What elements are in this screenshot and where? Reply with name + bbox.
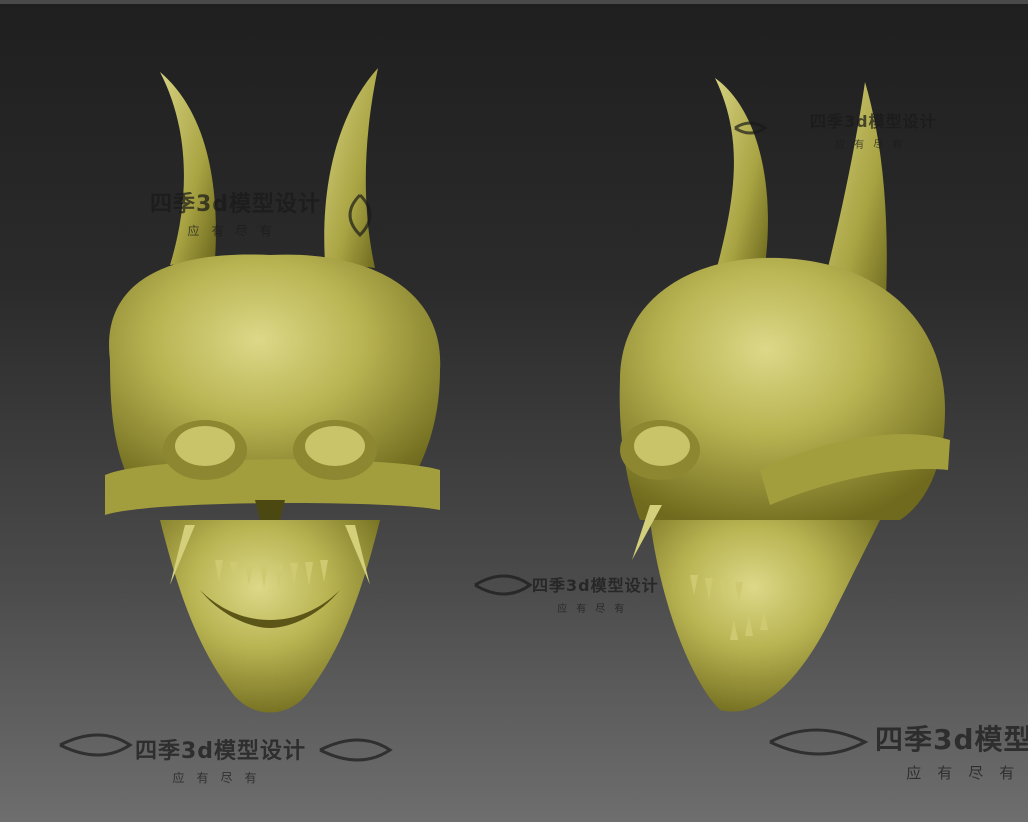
watermark-subtitle: 应有尽有: [187, 224, 284, 238]
horn-right: [324, 68, 378, 268]
skull-side-view: [619, 78, 950, 712]
watermark-subtitle: 应有尽有: [835, 140, 912, 151]
watermark-bottom-left: 四季3d模型设计 应有尽有: [135, 733, 306, 786]
watermark-title: 四季3d模型设计: [135, 739, 307, 764]
watermark-subtitle: 应有尽有: [906, 764, 1028, 782]
watermark-subtitle: 应有尽有: [557, 604, 634, 615]
watermark-bottom-right: 四季3d模型设 应有尽有: [875, 718, 1028, 783]
jaw: [160, 520, 380, 713]
horn-back: [715, 78, 768, 275]
watermark-emblem-3: [319, 738, 393, 762]
watermark-title: 四季3d模型设计: [532, 576, 659, 595]
watermark-center: 四季3d模型设计 应有尽有: [532, 572, 659, 615]
viewport-canvas[interactable]: 四季3d模型设计 应有尽有 四季3d模型设计 应有尽有 四季3d模型设计 应有尽…: [0, 0, 1028, 822]
watermark-top-right: 四季3d模型设计 应有尽有: [810, 108, 937, 151]
watermark-emblem-2: [59, 733, 133, 757]
watermark-top-left: 四季3d模型设计 应有尽有: [150, 186, 321, 239]
watermark-emblem-4: [474, 574, 533, 596]
watermark-subtitle: 应有尽有: [172, 771, 269, 785]
watermark-emblem-5: [769, 728, 869, 756]
watermark-title: 四季3d模型设计: [810, 112, 937, 131]
skull-front-view: [105, 68, 441, 713]
watermark-title: 四季3d模型设计: [150, 192, 322, 217]
watermark-title: 四季3d模型设: [875, 723, 1028, 756]
